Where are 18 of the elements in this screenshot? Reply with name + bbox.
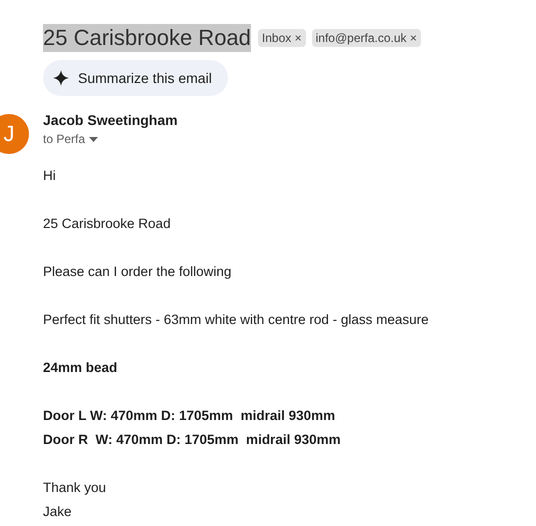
- sender-avatar: J: [0, 114, 29, 154]
- email-subject: 25 Carisbrooke Road: [43, 24, 251, 52]
- label-chip[interactable]: Inbox ×: [258, 29, 306, 47]
- recipients-dropdown[interactable]: to Perfa: [43, 130, 178, 148]
- body-text: Hi: [43, 167, 57, 185]
- body-text: Please can I order the following: [43, 263, 232, 281]
- body-text: Thank you: [43, 479, 108, 497]
- body-text: Perfect fit shutters - 63mm white with centre rod - glass measure: [43, 311, 430, 329]
- label-chip[interactable]: info@perfa.co.uk ×: [312, 29, 421, 47]
- body-text: Jake: [43, 503, 73, 521]
- sparkle-icon: [53, 70, 69, 86]
- caret-icon: [89, 136, 98, 142]
- body-text: 24mm bead: [43, 359, 118, 377]
- summarize-button[interactable]: Summarize this email: [43, 60, 228, 96]
- body-text: Door R W: 470mm D: 1705mm midrail 930mm: [43, 431, 342, 449]
- body-text: 25 Carisbrooke Road: [43, 215, 172, 233]
- sender-name: Jacob Sweetingham: [43, 111, 178, 130]
- body-text: Door L W: 470mm D: 1705mm midrail 930mm: [43, 407, 336, 425]
